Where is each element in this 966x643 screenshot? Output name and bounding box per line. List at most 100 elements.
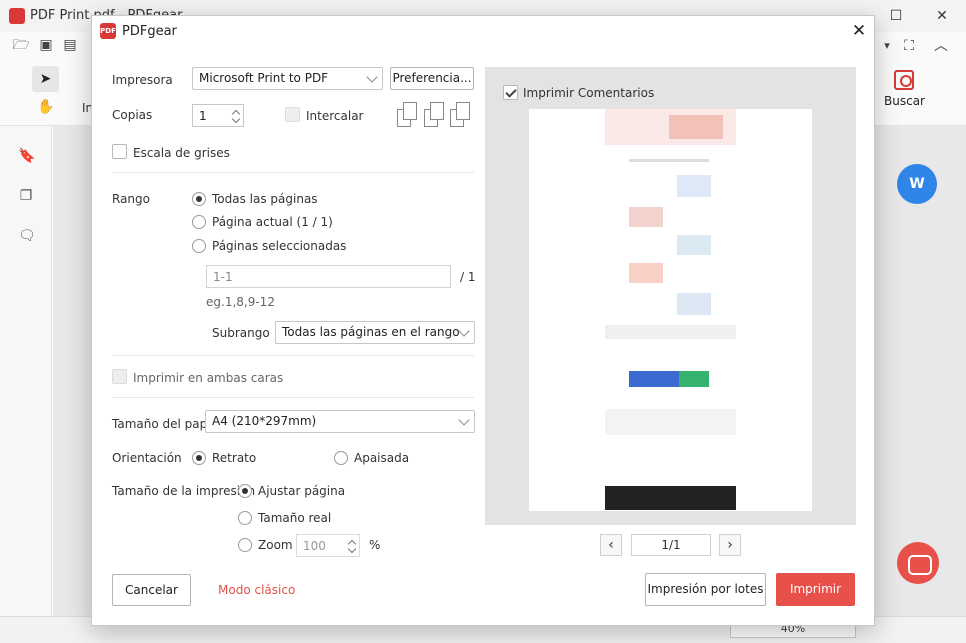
open-folder-icon[interactable]: 🗁 (12, 36, 30, 54)
range-selected-label: Páginas seleccionadas (212, 239, 347, 253)
duplex-label: Imprimir en ambas caras (133, 371, 284, 385)
copies-stepper[interactable]: 1 (192, 104, 244, 127)
paper-size-label: Tamaño del papel (112, 417, 218, 431)
actual-size-radio[interactable] (238, 511, 252, 525)
subrange-select[interactable]: Todas las páginas en el rango (275, 321, 475, 344)
collate-page-icon (424, 102, 446, 128)
zoom-stepper[interactable]: 100 (296, 534, 360, 557)
divider (112, 397, 474, 398)
pages-input[interactable]: 1-1 (206, 265, 451, 288)
prev-page-button[interactable]: ‹ (600, 534, 622, 556)
orientation-portrait-label: Retrato (212, 451, 257, 465)
print-preview: Imprimir Comentarios (485, 67, 856, 525)
maximize-icon[interactable]: ☐ (886, 6, 906, 26)
preview-block (605, 325, 736, 339)
pdfgear-logo-icon: PDF (100, 23, 116, 39)
preview-block (629, 207, 663, 227)
comments-icon[interactable]: 🗨 (18, 228, 36, 246)
print-button[interactable]: Imprimir (776, 573, 855, 606)
copies-value: 1 (199, 109, 207, 123)
divider (112, 172, 474, 173)
collate-page-icon (397, 102, 419, 128)
next-page-button[interactable]: › (719, 534, 741, 556)
zoom-label: Zoom (258, 538, 293, 552)
pdfgear-logo-icon (9, 8, 25, 24)
preview-block (677, 235, 711, 255)
fit-page-radio[interactable] (238, 484, 252, 498)
cancel-button[interactable]: Cancelar (112, 574, 191, 606)
collapse-ribbon-icon[interactable]: ︿ (932, 37, 950, 55)
collate-label: Intercalar (306, 109, 364, 123)
range-all-label: Todas las páginas (212, 192, 318, 206)
preview-block (669, 115, 723, 139)
save-icon[interactable]: ▣ (37, 36, 55, 54)
chevron-down-icon (366, 71, 378, 83)
orientation-landscape-radio[interactable] (334, 451, 348, 465)
pages-example: eg.1,8,9-12 (206, 295, 275, 309)
search-tool-button[interactable]: Buscar (884, 70, 925, 108)
subrange-value: Todas las páginas en el rango (282, 325, 460, 339)
left-sidebar: 🔖 ❐ 🗨 ⌄ (0, 126, 52, 630)
paper-size-select[interactable]: A4 (210*297mm) (205, 410, 475, 433)
printer-label: Impresora (112, 73, 173, 87)
chevron-down-icon (458, 325, 470, 337)
batch-print-button[interactable]: Impresión por lotes (645, 573, 766, 606)
bookmark-icon[interactable]: 🔖 (18, 148, 35, 166)
pages-total: / 1 (460, 270, 476, 284)
hand-tool-icon[interactable]: ✋ (37, 98, 55, 116)
preview-block (629, 159, 709, 162)
divider (112, 355, 474, 356)
preview-page (529, 109, 812, 511)
paper-size-value: A4 (210*297mm) (212, 414, 317, 428)
ai-assistant-icon[interactable] (897, 542, 939, 584)
preview-block (605, 409, 736, 435)
orientation-label: Orientación (112, 451, 182, 465)
fullscreen-icon[interactable]: ⛶ (900, 37, 918, 55)
orientation-portrait-radio[interactable] (192, 451, 206, 465)
dialog-title: PDFgear (122, 24, 177, 39)
search-label: Buscar (884, 94, 925, 108)
pdf-to-word-icon[interactable]: W (897, 164, 937, 204)
close-icon[interactable]: ✕ (849, 21, 869, 41)
range-label: Rango (112, 192, 150, 206)
duplex-checkbox[interactable] (112, 369, 127, 384)
zoom-value: 100 (303, 539, 326, 553)
save-as-icon[interactable]: ▤ (61, 36, 79, 54)
range-all-radio[interactable] (192, 192, 206, 206)
range-current-radio[interactable] (192, 215, 206, 229)
print-comments-checkbox[interactable] (503, 85, 518, 100)
preview-block (629, 263, 663, 283)
printer-value: Microsoft Print to PDF (199, 71, 329, 85)
preview-block (679, 371, 709, 387)
collate-page-icon (450, 102, 472, 128)
printer-select[interactable]: Microsoft Print to PDF (192, 67, 383, 90)
print-comments-label: Imprimir Comentarios (523, 86, 655, 100)
chevron-down-icon (458, 414, 470, 426)
fit-page-label: Ajustar página (258, 484, 346, 498)
preview-block (677, 175, 711, 197)
grayscale-checkbox[interactable] (112, 144, 127, 159)
zoom-radio[interactable] (238, 538, 252, 552)
range-current-label: Página actual (1 / 1) (212, 215, 333, 229)
subrange-label: Subrango (212, 326, 270, 340)
preview-block (605, 486, 736, 510)
copies-label: Copias (112, 108, 153, 122)
print-dialog: PDF PDFgear ✕ Impresora Microsoft Print … (91, 15, 875, 626)
decrement-icon[interactable] (347, 544, 357, 554)
search-icon (894, 70, 914, 90)
preview-block (677, 293, 711, 315)
select-tool-icon[interactable]: ➤ (32, 66, 59, 92)
zoom-unit: % (369, 538, 381, 552)
page-indicator[interactable]: 1/1 (631, 534, 711, 556)
dropdown-arrow-icon[interactable]: ▾ (878, 37, 896, 55)
range-selected-radio[interactable] (192, 239, 206, 253)
actual-size-label: Tamaño real (258, 511, 332, 525)
thumbnails-icon[interactable]: ❐ (18, 188, 34, 206)
window-close-icon[interactable]: ✕ (932, 6, 952, 26)
dialog-titlebar: PDF PDFgear ✕ (92, 16, 874, 47)
classic-mode-link[interactable]: Modo clásico (218, 583, 295, 597)
preferences-button[interactable]: Preferencia... (390, 67, 474, 90)
decrement-icon[interactable] (231, 114, 241, 124)
collate-checkbox[interactable] (285, 107, 300, 122)
print-size-label: Tamaño de la impresión (112, 484, 256, 498)
